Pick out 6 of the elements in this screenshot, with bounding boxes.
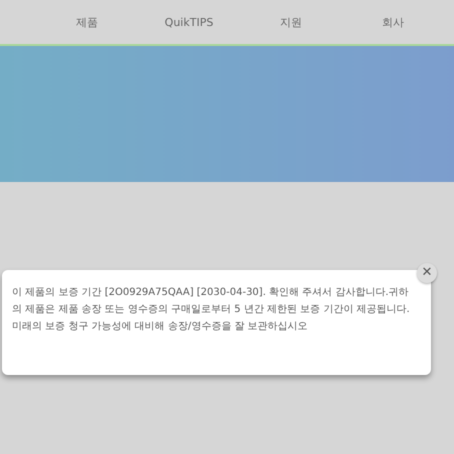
nav-link[interactable]: QuikTIPS <box>138 16 240 28</box>
close-button[interactable]: ✕ <box>417 263 437 283</box>
nav-link[interactable]: 지원 <box>240 14 342 30</box>
warranty-message: 이 제품의 보증 기간 [2O0929A75QAA] [2030-04-30]. 확인해 주셔서 감사합니다.귀하의 제품은 제품 송장 또는 영수증의 구매일로부터 5 년간 제한된 보증 기간이 제공됩니다. 미래의 보증 청구 가능성에 대비해 송장/영수증을 잘 보관하십시오 <box>12 286 411 334</box>
nav-link[interactable]: 회사 <box>342 14 444 30</box>
nav-link[interactable]: 제품 <box>36 14 138 30</box>
